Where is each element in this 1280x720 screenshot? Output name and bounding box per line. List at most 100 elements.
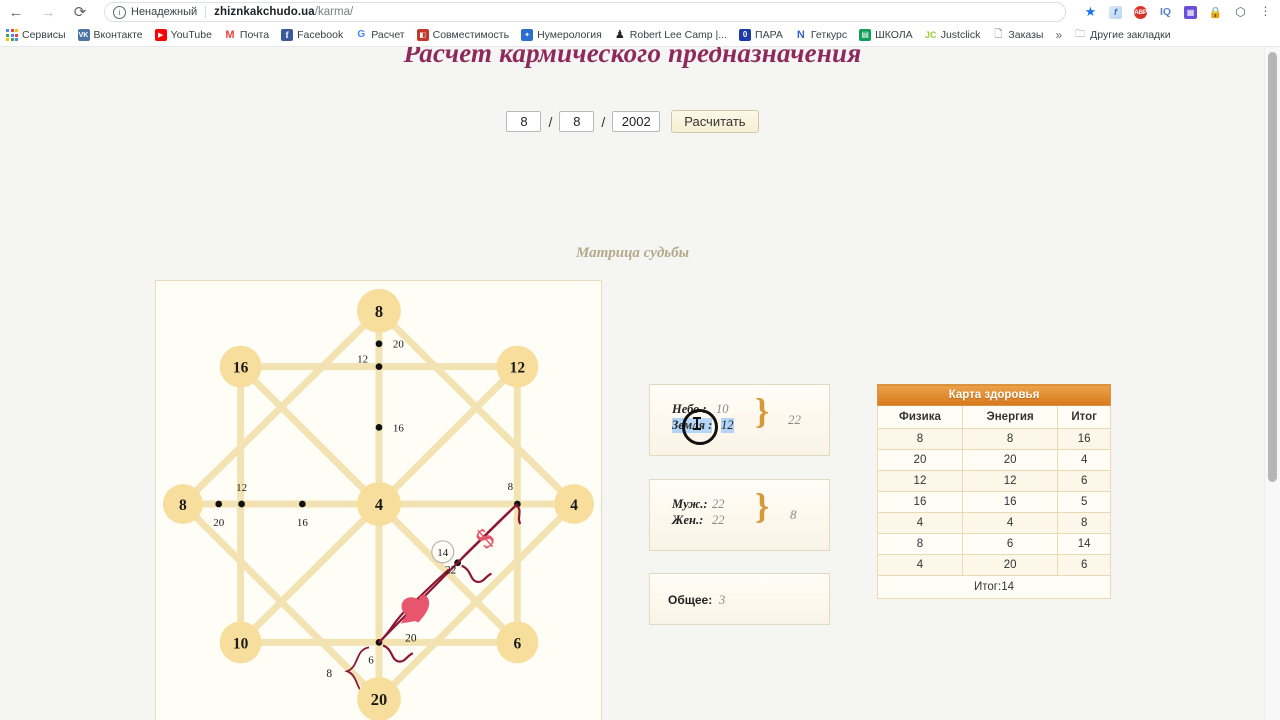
table-row: 4 20 6 [877, 554, 1111, 576]
cell: 16 [877, 491, 963, 513]
point-label: 6 [368, 654, 374, 666]
node-value: 4 [375, 495, 383, 514]
point-label: 12 [357, 354, 368, 366]
bookmark-facebook[interactable]: f Facebook [275, 24, 349, 46]
matrix-node-right[interactable]: 4 [554, 484, 595, 524]
zero-icon: 0 [739, 29, 752, 41]
bookmark-orders[interactable]: 🗋 Заказы [986, 24, 1049, 46]
male-female-brace: } [755, 486, 770, 526]
general-label: Общее: [668, 593, 713, 607]
page-title: Расчет кармического предназначения [403, 47, 862, 68]
matrix-node-upper-right[interactable]: 12 [496, 345, 539, 388]
url-host: zhiznkakchudo.ua [214, 6, 315, 18]
purple-app-icon[interactable]: ▦ [1178, 0, 1203, 24]
bookmark-robert-lee-camp[interactable]: ♟ Robert Lee Camp |... [608, 24, 733, 46]
bookmark-getcourse[interactable]: N Геткурс [789, 24, 853, 46]
n-letter-icon: N [796, 28, 805, 41]
matrix-node-bottom[interactable]: 20 [357, 677, 401, 720]
point-label: 20 [393, 339, 404, 351]
scrollbar-thumb[interactable] [1268, 52, 1277, 482]
bookmarks-overflow-button[interactable]: » [1049, 24, 1068, 46]
bookmark-para[interactable]: 0 ПАРА [733, 24, 789, 46]
matrix-node-upper-left[interactable]: 16 [219, 345, 262, 388]
forward-icon[interactable]: → [32, 0, 64, 24]
bookmark-youtube[interactable]: ▶ YouTube [149, 24, 218, 46]
lock-icon[interactable]: 🔒 [1203, 0, 1228, 24]
sky-earth-brace: } [755, 391, 770, 431]
bookmark-label: Заказы [1008, 29, 1044, 41]
calculate-button[interactable]: Расчитать [671, 110, 759, 133]
matrix-node-lower-right[interactable]: 6 [496, 621, 539, 664]
bookmark-compatibility[interactable]: ◧ Совместимость [411, 24, 515, 46]
bookmark-label: ШКОЛА [875, 29, 913, 41]
node-value: 12 [510, 360, 526, 377]
cell: 4 [1057, 449, 1111, 471]
apps-grid-icon [6, 29, 18, 41]
year-input[interactable] [612, 111, 661, 132]
table-row: 8 8 16 [877, 428, 1111, 450]
matrix-node-top[interactable]: 8 [357, 288, 401, 333]
bookmark-raschet[interactable]: G Расчет [349, 24, 410, 46]
adblock-icon[interactable]: ABP [1128, 0, 1153, 24]
other-bookmarks-folder[interactable]: 🗀 Другие закладки [1068, 24, 1176, 46]
bookmark-label: Совместимость [432, 29, 510, 41]
browser-toolbar: ← → ⟳ ⌂ i Ненадежный zhiznkakchudo.ua/ka… [0, 0, 1280, 24]
money-brace-label: 22 [445, 565, 457, 577]
table-row: 20 20 4 [877, 449, 1111, 471]
matrix-node-center[interactable]: 4 [357, 482, 401, 526]
date-input-row: / / Расчитать [0, 110, 1265, 133]
cell: 8 [1057, 512, 1111, 534]
bookmark-justclick[interactable]: JC Justclick [919, 24, 987, 46]
sky-earth-panel: Небо : 10 Земля : 12 } 22 [649, 384, 830, 456]
browser-chrome: ← → ⟳ ⌂ i Ненадежный zhiznkakchudo.ua/ka… [0, 0, 1280, 47]
cube-icon[interactable]: ⬡ [1228, 0, 1253, 24]
cell: 4 [877, 512, 963, 534]
node-value: 10 [233, 635, 249, 652]
bookmark-label: Геткурс [810, 29, 848, 41]
female-value: 22 [712, 513, 725, 527]
star-icon[interactable]: ★ [1078, 0, 1103, 24]
month-input[interactable] [559, 111, 595, 132]
matrix-diagram: 20 12 16 20 12 16 8 6 $ 22 20 8 14 8 16 … [155, 280, 602, 720]
page-icon: ◧ [416, 29, 429, 41]
matrix-node-left[interactable]: 8 [162, 484, 203, 524]
bookmark-label: Justclick [940, 29, 981, 41]
node-value: 20 [371, 690, 387, 709]
love-brace-label: 20 [405, 632, 417, 644]
table-row: 8 6 14 [877, 533, 1111, 555]
point-label: 16 [393, 422, 404, 434]
matrix-node-lower-left[interactable]: 10 [219, 621, 262, 664]
sky-value: 10 [716, 402, 729, 416]
earth-value[interactable]: 12 [721, 418, 734, 433]
node-value: 4 [570, 497, 578, 514]
bookmark-label: Нумерология [537, 29, 602, 41]
sky-earth-sum: 22 [788, 412, 801, 427]
address-bar[interactable]: i Ненадежный zhiznkakchudo.ua/karma/ [104, 2, 1066, 22]
node-value: 16 [233, 360, 249, 377]
bookmark-numerology[interactable]: ✦ Нумерология [515, 24, 608, 46]
page-scrollbar[interactable] [1264, 47, 1280, 720]
iq-icon[interactable]: IQ [1153, 0, 1178, 24]
info-icon: i [113, 5, 126, 19]
bookmark-mail[interactable]: M Почта [218, 24, 275, 46]
jc-icon: JC [924, 29, 937, 40]
kebab-menu-icon[interactable]: ⋮ [1253, 0, 1278, 24]
cell: 6 [1057, 470, 1111, 492]
extension-icon[interactable]: f [1103, 0, 1128, 24]
security-label: Ненадежный [131, 6, 198, 18]
point-label: 12 [236, 482, 247, 494]
bookmark-label: Сервисы [22, 29, 66, 41]
cell: 4 [877, 554, 963, 576]
bookmark-services[interactable]: Сервисы [0, 24, 72, 46]
back-icon[interactable]: ← [0, 0, 32, 24]
bookmark-label: ПАРА [755, 29, 783, 41]
reload-icon[interactable]: ⟳ [64, 0, 96, 24]
bookmark-vk[interactable]: VK Вконтакте [72, 24, 149, 46]
other-bookmarks-label: Другие закладки [1090, 29, 1171, 41]
male-female-sum: 8 [790, 507, 797, 522]
bookmark-shkola[interactable]: ▤ ШКОЛА [853, 24, 919, 46]
facebook-icon: f [281, 29, 294, 41]
day-input[interactable] [506, 111, 542, 132]
sheets-icon: ▤ [859, 29, 872, 41]
cell: 6 [1057, 554, 1111, 576]
